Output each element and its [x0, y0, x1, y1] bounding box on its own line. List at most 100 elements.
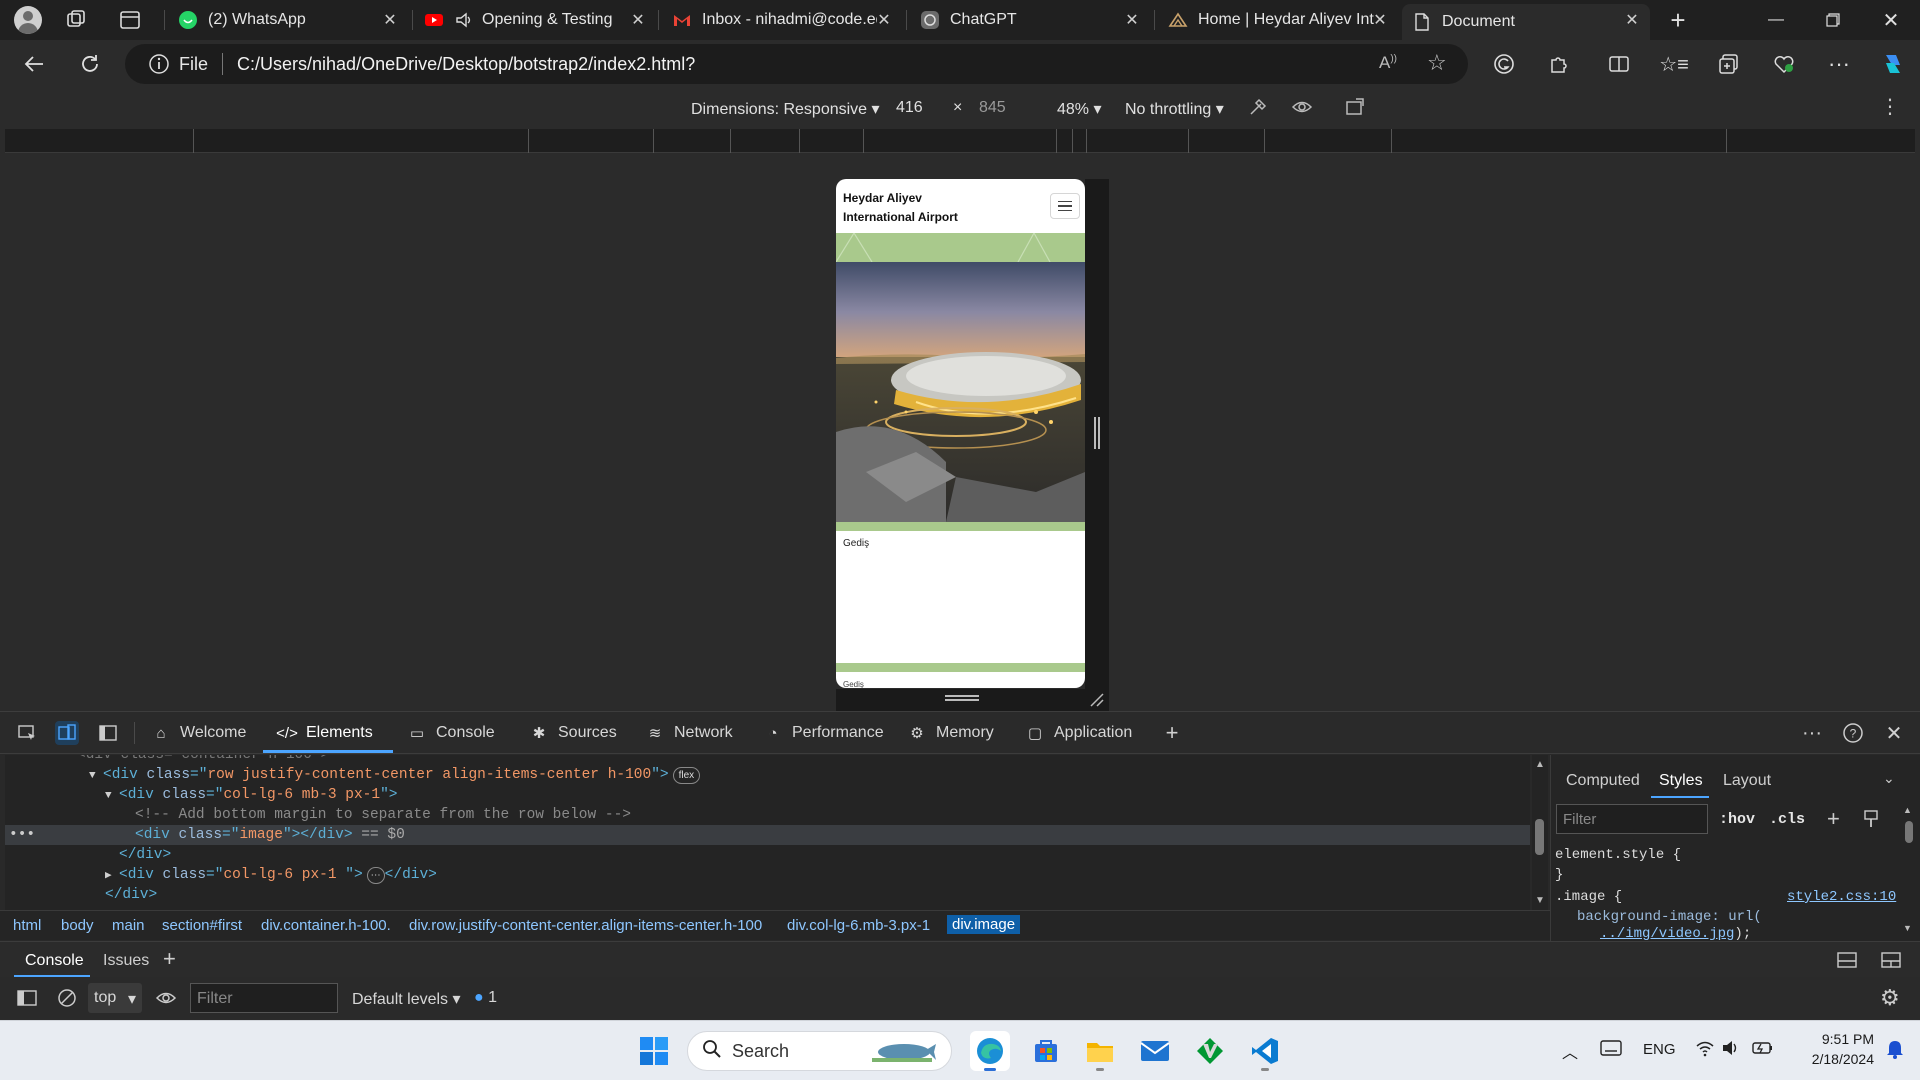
- breadcrumb-container[interactable]: div.container.h-100.: [261, 917, 391, 934]
- site-brand[interactable]: Heydar Aliyev International Airport: [843, 189, 958, 227]
- grammarly-icon[interactable]: [1488, 48, 1520, 80]
- clock-time[interactable]: 9:51 PM: [1814, 1031, 1874, 1047]
- tab-gmail[interactable]: Inbox - nihadmi@code.ed ✕: [662, 4, 902, 36]
- windows-start-icon[interactable]: [634, 1031, 674, 1071]
- breadcrumb-body[interactable]: body: [61, 917, 94, 934]
- tab-document[interactable]: Document ✕: [1402, 4, 1650, 40]
- new-tab-icon[interactable]: +: [1664, 5, 1692, 35]
- microsoft-store-icon[interactable]: [1026, 1031, 1066, 1071]
- tab-console[interactable]: ▭ Console: [406, 718, 495, 748]
- browser-essentials-icon[interactable]: [1768, 48, 1800, 80]
- device-emulation-icon[interactable]: [55, 721, 79, 745]
- vscode-icon[interactable]: [1245, 1031, 1285, 1071]
- help-icon[interactable]: ?: [1841, 721, 1865, 745]
- file-explorer-icon[interactable]: [1080, 1031, 1120, 1071]
- dom-tree[interactable]: <div class="container h-100"> ▼ <div clas…: [5, 755, 1530, 910]
- paint-icon[interactable]: [1863, 809, 1879, 834]
- background-image-url[interactable]: ../img/video.jpg);: [1600, 926, 1751, 942]
- tab-memory[interactable]: ⚙ Memory: [906, 718, 994, 748]
- edge-browser-icon[interactable]: [970, 1031, 1010, 1071]
- tab-youtube[interactable]: Opening & Testing S ✕: [414, 4, 656, 36]
- sensors-icon[interactable]: [1247, 96, 1269, 123]
- battery-icon[interactable]: [1752, 1039, 1774, 1061]
- close-tab-icon[interactable]: ✕: [1622, 10, 1642, 30]
- clear-console-icon[interactable]: [56, 987, 78, 1014]
- live-expression-icon[interactable]: [155, 987, 177, 1014]
- profile-avatar[interactable]: [14, 6, 42, 34]
- inspect-element-icon[interactable]: [15, 721, 39, 745]
- flex-badge[interactable]: flex: [672, 767, 701, 784]
- customize-more-icon[interactable]: ···: [1800, 721, 1824, 745]
- tab-performance[interactable]: ◔ Performance: [762, 718, 883, 748]
- copilot-icon[interactable]: [1877, 48, 1909, 80]
- clock-date[interactable]: 2/18/2024: [1796, 1051, 1874, 1067]
- dom-line-row[interactable]: ▼ <div class="row justify-content-center …: [5, 765, 1530, 785]
- new-rule-icon[interactable]: +: [1827, 806, 1840, 832]
- close-tab-icon[interactable]: ✕: [874, 10, 894, 30]
- viewport-height-input[interactable]: 845: [979, 99, 1006, 117]
- dom-line-container[interactable]: <div class="container h-100">: [77, 755, 1530, 765]
- add-tab-icon[interactable]: +: [1160, 720, 1184, 745]
- vision-deficiency-icon[interactable]: [1291, 96, 1313, 123]
- collections-icon[interactable]: [1713, 48, 1745, 80]
- drawer-tab-console[interactable]: Console: [25, 952, 84, 970]
- favorites-icon[interactable]: ☆≡: [1658, 48, 1690, 80]
- console-filter-input[interactable]: Filter: [190, 983, 338, 1013]
- dom-line-image-selected[interactable]: ••• <div class="image"></div> == $0: [5, 825, 1530, 845]
- mail-icon[interactable]: [1135, 1031, 1175, 1071]
- tab-welcome[interactable]: ⌂ Welcome: [150, 718, 246, 748]
- console-settings-icon[interactable]: ⚙: [1880, 985, 1900, 1011]
- breadcrumb-main[interactable]: main: [112, 917, 145, 934]
- tab-heydar-aliyev[interactable]: Home | Heydar Aliyev Int ✕: [1158, 4, 1398, 36]
- tab-application[interactable]: ▢ Application: [1024, 718, 1132, 748]
- throttling-dropdown[interactable]: No throttling ▾: [1125, 99, 1224, 119]
- navbar-toggler-icon[interactable]: [1050, 193, 1080, 219]
- tab-styles[interactable]: Styles: [1659, 772, 1703, 790]
- extensions-icon[interactable]: [1543, 48, 1575, 80]
- styles-filter-input[interactable]: Filter: [1556, 804, 1708, 834]
- styles-scrollbar[interactable]: ▲ ▼: [1903, 805, 1915, 935]
- background-image-declaration[interactable]: background-image: url(: [1577, 909, 1762, 925]
- keyboard-icon[interactable]: [1600, 1040, 1622, 1060]
- hov-toggle[interactable]: :hov: [1719, 811, 1755, 828]
- taskbar-search[interactable]: Search: [687, 1031, 952, 1071]
- rotate-icon[interactable]: [1344, 96, 1366, 123]
- dock-side-icon[interactable]: [96, 721, 120, 745]
- breadcrumb-row[interactable]: div.row.justify-content-center.align-ite…: [409, 917, 762, 934]
- breadcrumb-section[interactable]: section#first: [162, 917, 242, 934]
- dom-line-col2[interactable]: ▶ <div class="col-lg-6 px-1 "> ⋯ </div>: [5, 865, 1530, 885]
- breadcrumb-html[interactable]: html: [13, 917, 41, 934]
- issues-counter[interactable]: ● 1: [474, 989, 497, 1007]
- tab-elements[interactable]: </> Elements: [276, 718, 373, 748]
- tab-sources[interactable]: ✱ Sources: [528, 718, 617, 748]
- drawer-tab-issues[interactable]: Issues: [103, 952, 149, 970]
- dom-line-close-row[interactable]: </div>: [5, 885, 1530, 905]
- close-tab-icon[interactable]: ✕: [1122, 10, 1142, 30]
- image-rule-selector[interactable]: .image {: [1555, 889, 1622, 905]
- zoom-dropdown[interactable]: 48% ▾: [1057, 99, 1102, 119]
- context-selector[interactable]: top ▾: [88, 983, 142, 1013]
- breadcrumb-col[interactable]: div.col-lg-6.mb-3.px-1: [787, 917, 930, 934]
- breadcrumb-image[interactable]: div.image: [947, 915, 1021, 934]
- console-sidebar-icon[interactable]: [16, 988, 38, 1013]
- more-options-icon[interactable]: ···: [1823, 48, 1855, 80]
- refresh-icon[interactable]: [74, 48, 106, 80]
- cls-toggle[interactable]: .cls: [1769, 811, 1805, 828]
- device-more-icon[interactable]: ⋮: [1880, 94, 1900, 119]
- address-bar[interactable]: File C:/Users/nihad/OneDrive/Desktop/bot…: [125, 44, 1468, 84]
- tab-chatgpt[interactable]: ChatGPT ✕: [910, 4, 1150, 36]
- show-hidden-icons-chevron-up-icon[interactable]: ︿: [1562, 1039, 1578, 1063]
- dom-line-close-div[interactable]: </div>: [5, 845, 1530, 865]
- tab-whatsapp[interactable]: (2) WhatsApp ✕: [168, 4, 408, 36]
- element-style-rule[interactable]: element.style {: [1555, 847, 1681, 863]
- resize-corner-icon[interactable]: [1089, 692, 1105, 713]
- close-tab-icon[interactable]: ✕: [380, 10, 400, 30]
- tab-computed[interactable]: Computed: [1566, 772, 1640, 790]
- workspaces-icon[interactable]: [64, 8, 88, 32]
- wifi-icon[interactable]: [1695, 1039, 1715, 1061]
- url-text[interactable]: C:/Users/nihad/OneDrive/Desktop/botstrap…: [237, 54, 695, 75]
- dom-scrollbar[interactable]: ▲ ▼: [1532, 755, 1548, 910]
- info-icon[interactable]: [147, 52, 171, 76]
- dom-line-comment[interactable]: <!-- Add bottom margin to separate from …: [5, 805, 1530, 825]
- log-levels-dropdown[interactable]: Default levels ▾: [352, 989, 461, 1009]
